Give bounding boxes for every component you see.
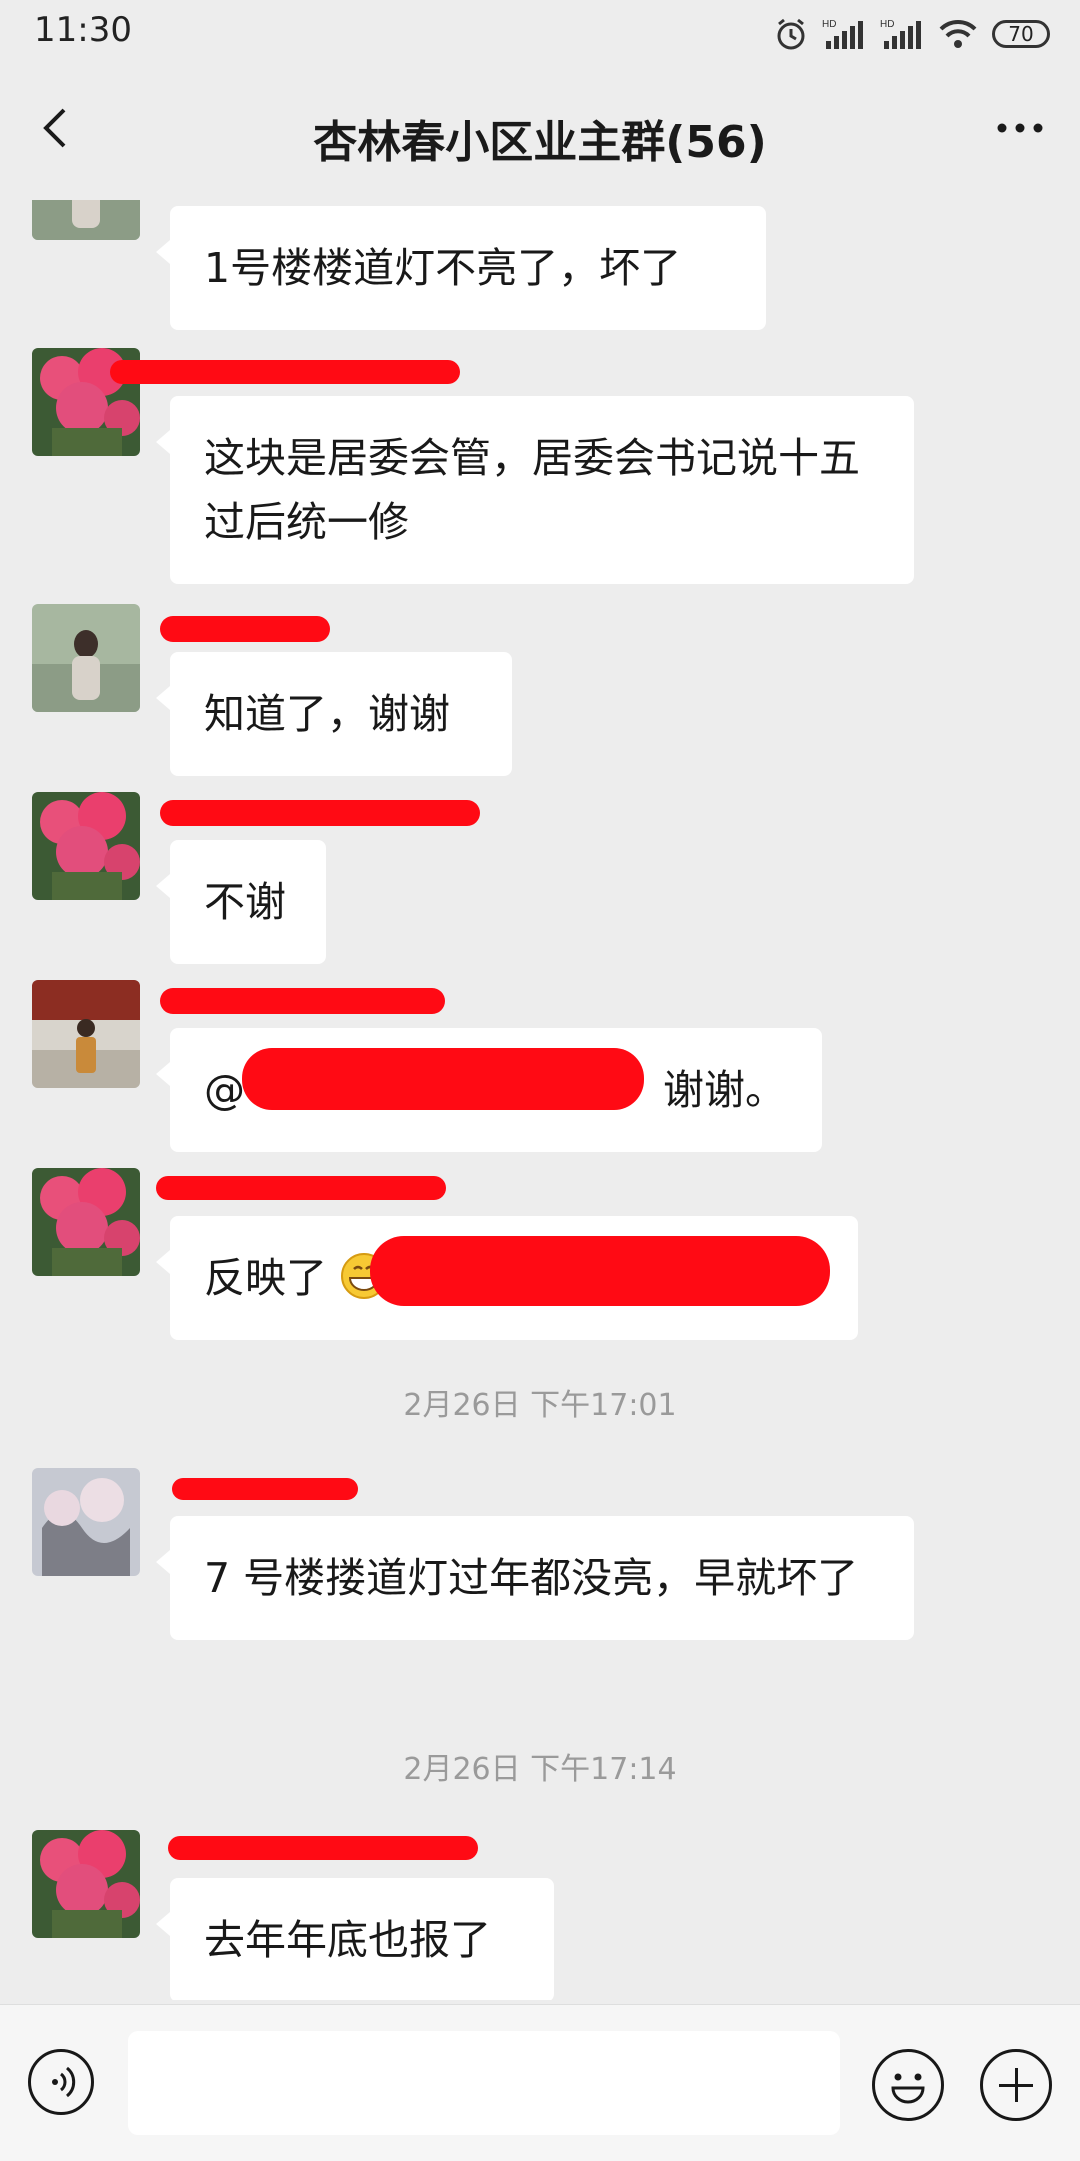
message-bubble[interactable]: 知道了，谢谢: [156, 652, 512, 776]
message-bubble[interactable]: 不谢: [156, 840, 326, 964]
message-bubble[interactable]: 反映了: [156, 1216, 858, 1340]
message-text: 不谢: [204, 878, 286, 926]
sender-name-redaction: [168, 1836, 478, 1860]
sender-name-redaction: [160, 988, 445, 1014]
voice-icon[interactable]: [28, 2049, 94, 2115]
avatar[interactable]: [32, 1168, 140, 1276]
signal-hd-icon: HD: [822, 19, 863, 49]
sender-name-redaction: [110, 360, 460, 384]
message-input[interactable]: [128, 2031, 840, 2135]
svg-text:HD: HD: [822, 19, 836, 30]
status-time: 11:30: [34, 10, 132, 50]
status-bar: 11:30 HD HD 70: [0, 0, 1080, 66]
sender-name-redaction: [160, 616, 330, 642]
message-text: 去年年底也报了: [204, 1916, 491, 1964]
input-bar: [0, 2004, 1080, 2161]
timestamp: 2月26日 下午17:14: [403, 1752, 677, 1787]
message-text: 这块是居委会管，居委会书记说十五过后统一修: [204, 434, 860, 546]
timestamp: 2月26日 下午17:01: [403, 1388, 677, 1423]
status-icons: HD HD 70: [774, 14, 1050, 54]
message-text: 谢谢。: [663, 1066, 786, 1114]
svg-text:HD: HD: [880, 19, 894, 30]
plus-icon[interactable]: [980, 2049, 1052, 2121]
battery-indicator: 70: [992, 20, 1050, 48]
avatar[interactable]: [32, 1468, 140, 1576]
battery-level: 70: [1008, 22, 1034, 46]
avatar[interactable]: [32, 604, 140, 712]
message-text: 1号楼楼道灯不亮了，坏了: [204, 244, 682, 292]
message-text: 反映了: [204, 1254, 327, 1302]
sender-name-redaction: [172, 1478, 358, 1500]
message-bubble[interactable]: @ 谢谢。: [156, 1028, 822, 1152]
avatar[interactable]: [32, 792, 140, 900]
message-bubble[interactable]: 去年年底也报了: [156, 1878, 554, 2000]
wifi-icon: [939, 19, 977, 48]
avatar[interactable]: [32, 1830, 140, 1938]
mention-redaction: [370, 1236, 830, 1306]
message-bubble[interactable]: 这块是居委会管，居委会书记说十五过后统一修: [156, 396, 914, 584]
signal-hd-icon-2: HD: [880, 19, 921, 49]
avatar[interactable]: [32, 980, 140, 1088]
sender-name-redaction: [156, 1176, 446, 1200]
message-list[interactable]: 1号楼楼道灯不亮了，坏了 这块是居委会管，居委会书记说十五过后统一修 知道了，谢…: [0, 200, 1080, 2000]
message-bubble[interactable]: 1号楼楼道灯不亮了，坏了: [156, 206, 766, 330]
chat-title: 杏林春小区业主群(56): [313, 117, 767, 168]
sender-name-redaction: [160, 800, 480, 826]
mention-redaction: [242, 1048, 644, 1110]
chat-header: 杏林春小区业主群(56): [0, 66, 1080, 200]
message-text: 知道了，谢谢: [204, 690, 450, 738]
alarm-icon: [777, 18, 805, 50]
message-bubble[interactable]: 7 号楼搂道灯过年都没亮，早就坏了: [156, 1516, 914, 1640]
avatar[interactable]: [32, 200, 140, 240]
emoji-icon[interactable]: [872, 2049, 944, 2121]
mention-prefix: @: [204, 1066, 245, 1114]
message-text: 7 号楼搂道灯过年都没亮，早就坏了: [204, 1554, 859, 1602]
more-dots-icon[interactable]: [988, 96, 1052, 160]
